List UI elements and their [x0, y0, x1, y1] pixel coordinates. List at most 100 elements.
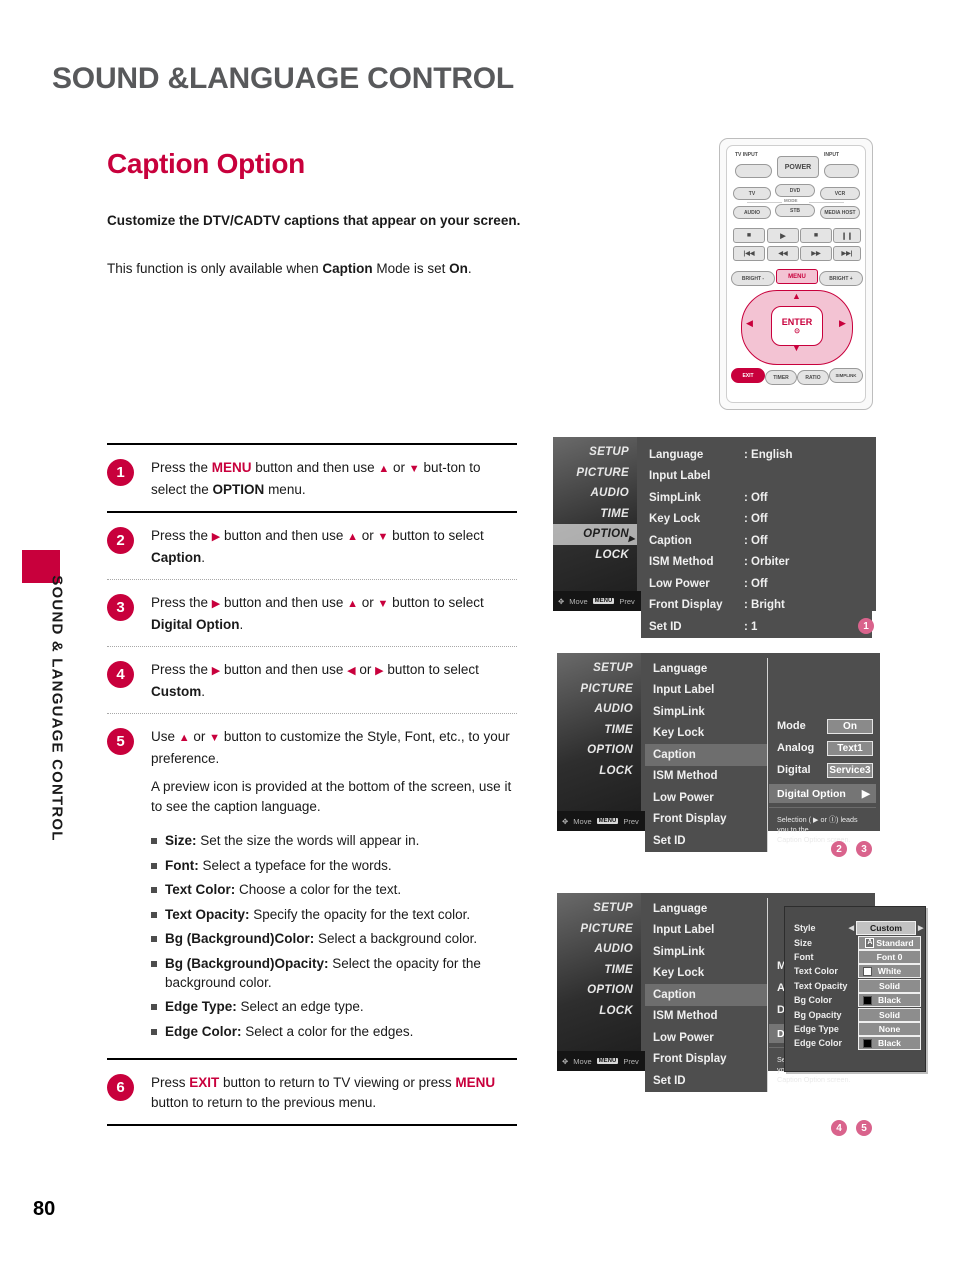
remote-audio-button[interactable]: AUDIO [733, 206, 771, 219]
remote-media-host-button[interactable]: MEDIA HOST [820, 206, 860, 219]
right-arrow-icon[interactable]: ▶ [916, 924, 925, 932]
remote-simplink-button[interactable]: SIMPLINK [829, 368, 863, 383]
remote-exit-button[interactable]: EXIT [731, 368, 765, 383]
tv-category-picture[interactable]: PICTURE [557, 919, 641, 940]
tv-category-setup[interactable]: SETUP [557, 898, 641, 919]
caption-mode-row[interactable]: Mode On [769, 715, 876, 737]
remote-bright-up-button[interactable]: BRIGHT + [819, 271, 863, 286]
caption-option-text-color-row[interactable]: Text Color White [785, 964, 925, 979]
table-row[interactable]: Language [645, 658, 767, 680]
table-row[interactable]: Set ID: 1 [641, 616, 872, 638]
caption-option-bg-color-box[interactable]: Black [858, 993, 921, 1008]
table-row[interactable]: SimpLink [645, 941, 767, 963]
remote-menu-button[interactable]: MENU [776, 269, 818, 284]
table-row[interactable]: Set ID [645, 1070, 767, 1092]
table-row[interactable]: Key Lock [645, 963, 767, 985]
left-arrow-icon[interactable]: ◀ [847, 924, 856, 932]
caption-digital-row[interactable]: Digital Service3 [769, 759, 876, 781]
remote-skip-forward-button[interactable]: ▶▶| [833, 246, 861, 261]
table-row[interactable]: Language [645, 898, 767, 920]
caption-option-bg-opacity-row[interactable]: Bg Opacity Solid [785, 1007, 925, 1022]
remote-tv-input-button[interactable] [735, 164, 772, 178]
table-row[interactable]: Low Power: Off [641, 573, 872, 595]
tv-category-setup[interactable]: SETUP [553, 442, 637, 463]
caption-option-font-value[interactable]: Font 0 [858, 949, 921, 964]
table-row[interactable]: Low Power [645, 787, 767, 809]
caption-option-size-row[interactable]: Size A Standard [785, 935, 925, 950]
table-row[interactable]: Input Label [641, 466, 872, 488]
tv-category-picture[interactable]: PICTURE [553, 463, 637, 484]
digital-option-row[interactable]: Digital Option ▶ [769, 784, 876, 803]
caption-option-style-row[interactable]: Style ◀ Custom ▶ [785, 921, 925, 936]
caption-option-text-opacity-value[interactable]: Solid [858, 978, 921, 993]
caption-option-font-row[interactable]: Font Font 0 [785, 949, 925, 964]
remote-vcr-button[interactable]: VCR [820, 187, 860, 200]
tv-category-time[interactable]: TIME [557, 960, 641, 981]
remote-skip-back-button[interactable]: |◀◀ [733, 246, 765, 261]
table-row[interactable]: Low Power [645, 1027, 767, 1049]
caption-option-edge-color-box[interactable]: Black [858, 1036, 921, 1051]
table-row[interactable]: Input Label [645, 920, 767, 942]
table-row[interactable]: Front Display [645, 1049, 767, 1071]
remote-down-arrow-icon[interactable]: ▼ [792, 343, 801, 353]
tv-category-time[interactable]: TIME [553, 504, 637, 525]
table-row[interactable]: Front Display: Bright [641, 595, 872, 617]
table-row[interactable]: SimpLink [645, 701, 767, 723]
remote-fast-forward-button[interactable]: ▶▶ [800, 246, 832, 261]
remote-rewind-button[interactable]: ◀◀ [767, 246, 799, 261]
tv-category-option[interactable]: OPTION [557, 740, 641, 761]
remote-ratio-button[interactable]: RATIO [797, 370, 829, 385]
caption-option-size-value-box[interactable]: A Standard [858, 935, 921, 950]
tv-category-audio[interactable]: AUDIO [557, 699, 641, 720]
caption-analog-value[interactable]: Text1 [827, 740, 873, 756]
table-row-selected-caption[interactable]: Caption [645, 744, 767, 766]
caption-option-edge-type-value[interactable]: None [858, 1021, 921, 1036]
tv-category-setup[interactable]: SETUP [557, 658, 641, 679]
remote-stb-button[interactable]: STB [775, 204, 815, 217]
table-row[interactable]: ISM Method: Orbiter [641, 552, 872, 574]
caption-option-edge-color-row[interactable]: Edge Color Black [785, 1036, 925, 1051]
tv-category-option[interactable]: OPTION [557, 980, 641, 1001]
remote-record-button[interactable]: ■ [800, 228, 832, 243]
tv-category-audio[interactable]: AUDIO [553, 483, 637, 504]
remote-up-arrow-icon[interactable]: ▲ [792, 291, 801, 301]
tv-category-picture[interactable]: PICTURE [557, 679, 641, 700]
remote-play-button[interactable]: ▶ [767, 228, 799, 243]
remote-input-button[interactable] [824, 164, 859, 178]
tv-category-lock[interactable]: LOCK [557, 1001, 641, 1022]
table-row[interactable]: Key Lock [645, 723, 767, 745]
caption-option-bg-color-row[interactable]: Bg Color Black [785, 993, 925, 1008]
caption-option-style-value[interactable]: Custom [855, 921, 917, 936]
remote-pause-button[interactable]: ❙❙ [833, 228, 861, 243]
remote-bright-down-button[interactable]: BRIGHT - [731, 271, 775, 286]
remote-timer-button[interactable]: TIMER [765, 370, 797, 385]
tv-category-lock[interactable]: LOCK [553, 545, 637, 566]
tv-category-audio[interactable]: AUDIO [557, 939, 641, 960]
table-row[interactable]: Set ID [645, 830, 767, 852]
remote-stop-button[interactable]: ■ [733, 228, 765, 243]
remote-power-button[interactable]: POWER [777, 156, 819, 178]
caption-option-text-color-box[interactable]: White [858, 964, 921, 979]
caption-mode-value[interactable]: On [827, 718, 873, 734]
caption-analog-row[interactable]: Analog Text1 [769, 737, 876, 759]
remote-left-arrow-icon[interactable]: ◀ [746, 318, 753, 329]
table-row[interactable]: ISM Method [645, 766, 767, 788]
table-row[interactable]: Key Lock: Off [641, 509, 872, 531]
table-row[interactable]: Language: English [641, 444, 872, 466]
table-row[interactable]: Input Label [645, 680, 767, 702]
remote-dvd-button[interactable]: DVD [775, 184, 815, 197]
table-row-selected-caption[interactable]: Caption [645, 984, 767, 1006]
table-row[interactable]: Caption: Off [641, 530, 872, 552]
tv-category-option[interactable]: OPTION ▶ [553, 524, 637, 545]
table-row[interactable]: ISM Method [645, 1006, 767, 1028]
caption-option-bg-opacity-value[interactable]: Solid [858, 1007, 921, 1022]
caption-option-text-opacity-row[interactable]: Text Opacity Solid [785, 978, 925, 993]
table-row[interactable]: Front Display [645, 809, 767, 831]
table-row[interactable]: SimpLink: Off [641, 487, 872, 509]
caption-digital-value[interactable]: Service3 [827, 762, 873, 778]
tv-category-lock[interactable]: LOCK [557, 761, 641, 782]
remote-enter-button[interactable]: ENTER ⊙ [771, 306, 823, 346]
tv-category-time[interactable]: TIME [557, 720, 641, 741]
caption-option-edge-type-row[interactable]: Edge Type None [785, 1021, 925, 1036]
remote-tv-button[interactable]: TV [733, 187, 771, 200]
